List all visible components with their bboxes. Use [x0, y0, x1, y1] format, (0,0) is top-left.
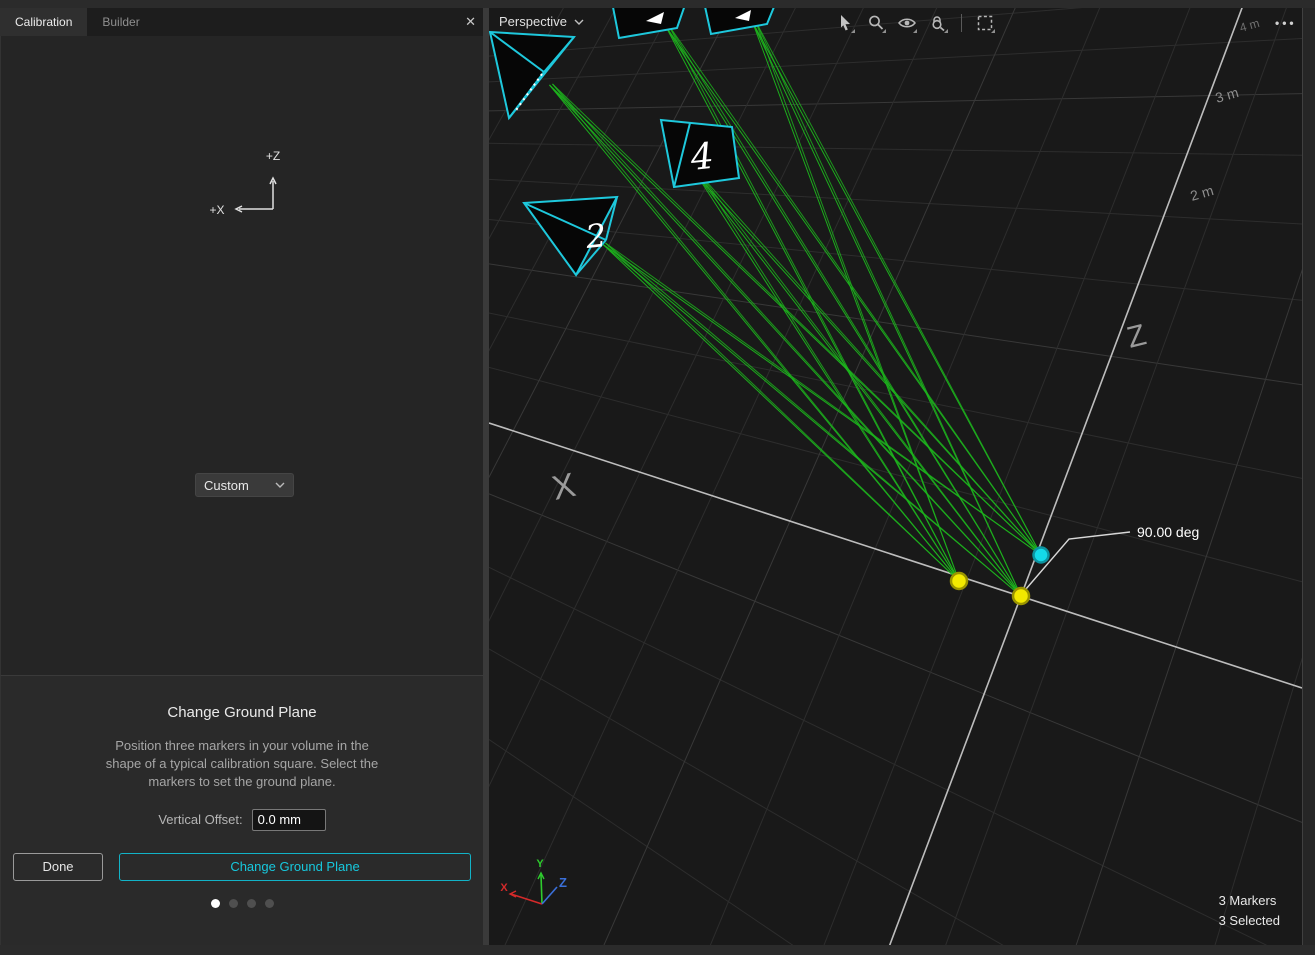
- orientation-gizmo: Y X Z: [497, 851, 581, 923]
- toolbar-divider: [961, 14, 962, 32]
- page-dot-3[interactable]: [247, 899, 256, 908]
- window-bottom-strip: [0, 945, 1315, 955]
- camera-2-number: 2: [583, 216, 608, 256]
- chevron-down-icon: [574, 19, 584, 25]
- window-top-strip: [0, 0, 1315, 8]
- panel-tabbar: Calibration Builder ✕: [0, 8, 483, 36]
- vertical-offset-label: Vertical Offset:: [158, 812, 242, 827]
- camera-4-number: 4: [688, 136, 716, 179]
- tab-calibration[interactable]: Calibration: [0, 8, 87, 36]
- marker-yellow-1[interactable]: [951, 573, 967, 589]
- close-icon[interactable]: ✕: [465, 8, 476, 36]
- view-mode-label: Perspective: [499, 14, 567, 29]
- view-mode-dropdown[interactable]: Perspective: [499, 14, 584, 29]
- preset-value: Custom: [204, 478, 249, 493]
- view-lock-icon[interactable]: [927, 11, 949, 35]
- world-z-axis-line: [886, 8, 1245, 945]
- marker-yellow-2[interactable]: [1013, 588, 1029, 604]
- camera-top-left[interactable]: [490, 32, 574, 118]
- page-dot-1[interactable]: [211, 899, 220, 908]
- gizmo-x-label: X: [500, 882, 508, 894]
- plus-x-label: +X: [209, 203, 224, 217]
- ground-plane-section: Change Ground Plane Position three marke…: [0, 675, 483, 945]
- calibration-canvas-area: +Z +X Custom: [0, 36, 483, 675]
- selection-status: 3 Markers 3 Selected: [1219, 891, 1280, 931]
- distance-label-4m: 4 m: [1238, 16, 1261, 35]
- distance-label-3m: 3 m: [1213, 84, 1240, 106]
- x-axis-letter: X: [549, 466, 579, 508]
- 3d-viewport[interactable]: 2 m 3 m 4 m X Z: [489, 8, 1302, 945]
- calibration-panel: Calibration Builder ✕ +Z +X Custom: [0, 8, 483, 945]
- marker-count: 3 Markers: [1219, 891, 1280, 911]
- chevron-down-icon: [275, 482, 285, 488]
- wizard-page-dots: [1, 899, 483, 908]
- z-axis-letter: Z: [1124, 318, 1150, 354]
- section-title: Change Ground Plane: [1, 704, 483, 721]
- tab-builder[interactable]: Builder: [87, 8, 154, 36]
- select-cursor-icon[interactable]: [834, 11, 856, 35]
- done-button[interactable]: Done: [13, 853, 103, 881]
- visibility-eye-icon[interactable]: [896, 11, 918, 35]
- camera-top-partial-b[interactable]: [704, 8, 776, 34]
- angle-label: 90.00 deg: [1137, 524, 1199, 540]
- viewport-overflow-menu[interactable]: •••: [1275, 16, 1297, 30]
- world-x-axis-line: [489, 423, 1302, 688]
- change-ground-plane-button[interactable]: Change Ground Plane: [119, 853, 471, 881]
- viewport-toolbar: [834, 11, 996, 35]
- marker-cyan[interactable]: [1034, 548, 1049, 563]
- marquee-select-icon[interactable]: [974, 11, 996, 35]
- selected-count: 3 Selected: [1219, 911, 1280, 931]
- page-dot-4[interactable]: [265, 899, 274, 908]
- zoom-magnifier-icon[interactable]: [865, 11, 887, 35]
- application-window: Calibration Builder ✕ +Z +X Custom: [0, 0, 1315, 955]
- plus-z-label: +Z: [266, 149, 280, 163]
- distance-label-2m: 2 m: [1188, 182, 1215, 204]
- page-dot-2[interactable]: [229, 899, 238, 908]
- vertical-offset-input[interactable]: [252, 809, 326, 831]
- window-right-strip: [1302, 8, 1315, 945]
- gizmo-z-label: Z: [559, 875, 567, 890]
- ground-plane-axis-indicator: +Z +X: [197, 140, 307, 235]
- gizmo-y-label: Y: [536, 858, 544, 870]
- section-instructions: Position three markers in your volume in…: [104, 737, 380, 792]
- calibration-preset-dropdown[interactable]: Custom: [195, 473, 294, 497]
